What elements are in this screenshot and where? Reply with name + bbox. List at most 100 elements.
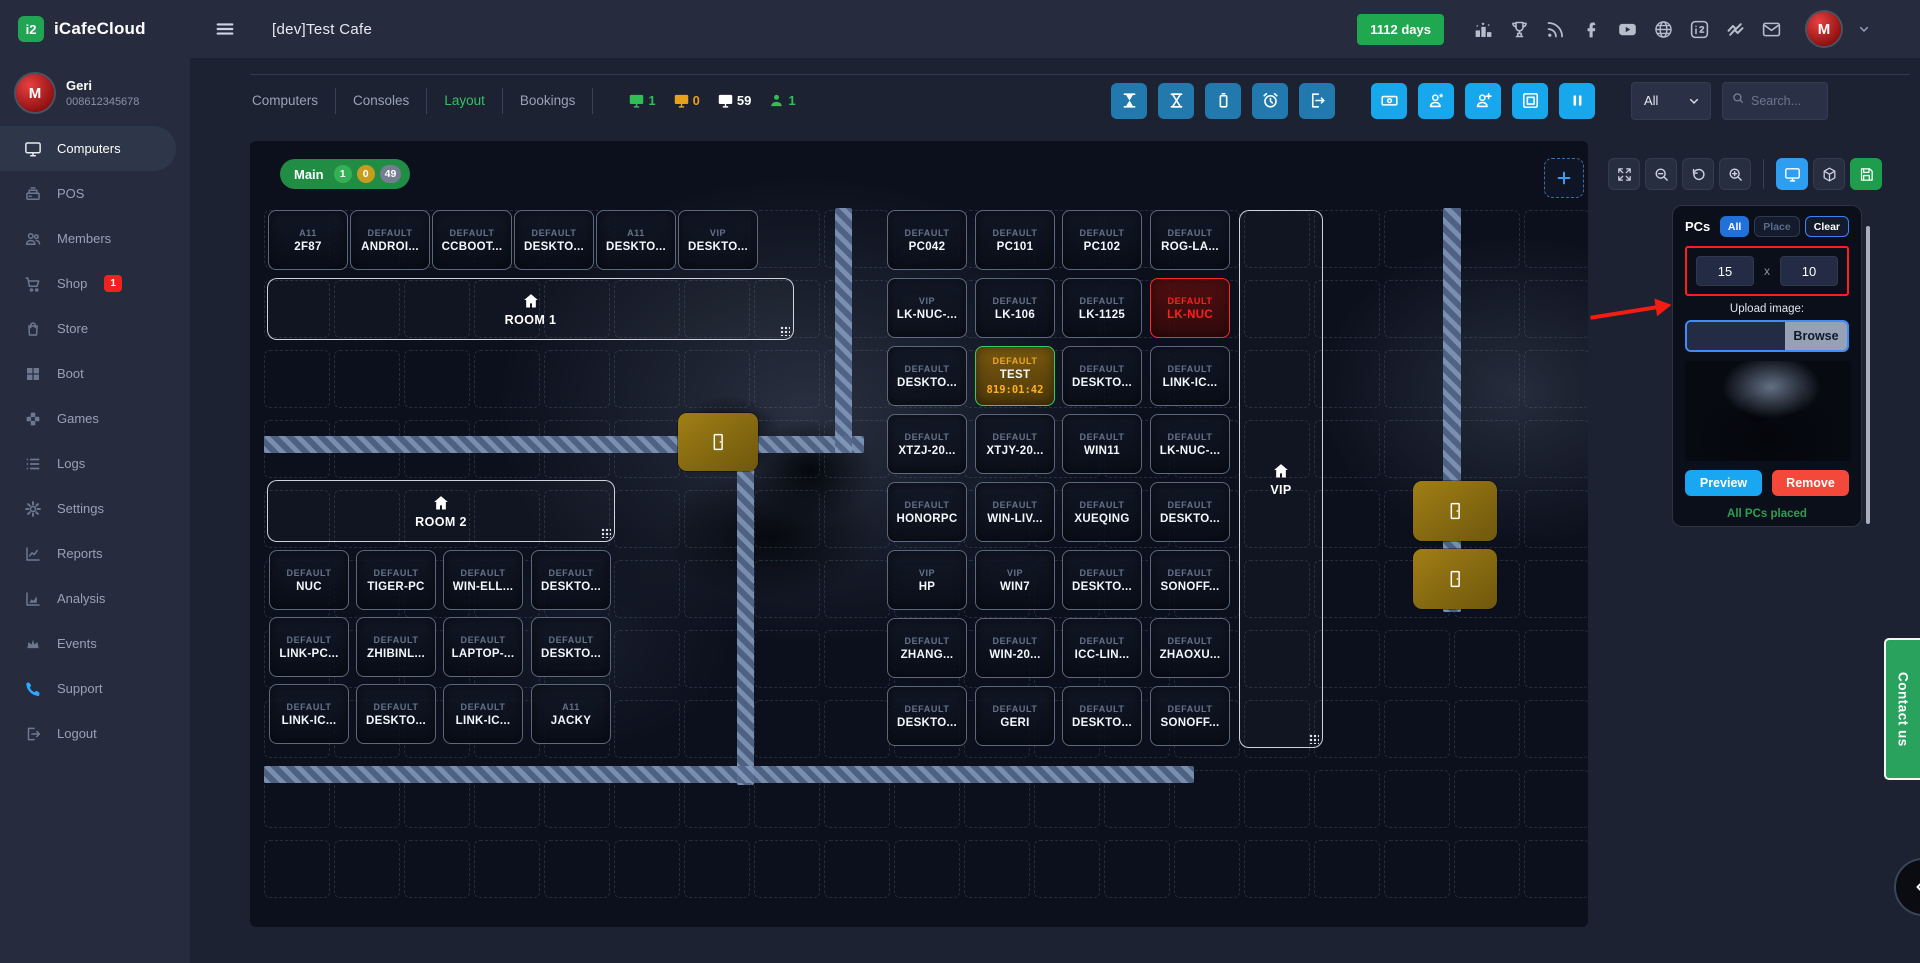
sidebar-item-computers[interactable]: Computers [0, 126, 176, 171]
door-object[interactable] [1413, 549, 1497, 609]
computer-tile[interactable]: DEFAULTZHAOXU... [1150, 618, 1230, 678]
sidebar-item-settings[interactable]: Settings [0, 486, 190, 531]
chevron-down-icon[interactable] [1856, 21, 1872, 37]
wall-segment[interactable] [835, 208, 852, 453]
rss-icon[interactable] [1545, 19, 1566, 40]
door-object[interactable] [678, 413, 758, 471]
pause-button[interactable] [1559, 83, 1595, 119]
wall-segment[interactable] [737, 436, 754, 785]
grid-height-input[interactable] [1780, 256, 1838, 286]
computer-tile[interactable]: DEFAULTSONOFF... [1150, 550, 1230, 610]
sidebar-item-shop[interactable]: Shop1 [0, 261, 190, 306]
computer-tile[interactable]: DEFAULTANDROI... [350, 210, 430, 270]
hourglass-line-button[interactable] [1158, 83, 1194, 119]
computer-tile[interactable]: DEFAULTDESKTO... [531, 617, 611, 677]
computer-tile[interactable]: DEFAULTGERI [975, 686, 1055, 746]
computer-tile[interactable]: DEFAULTZHANG... [887, 618, 967, 678]
computer-tile[interactable]: DEFAULTPC102 [1062, 210, 1142, 270]
reset-button[interactable] [1682, 158, 1714, 190]
computer-tile[interactable]: DEFAULTDESKTO... [887, 346, 967, 406]
swoosh-icon[interactable] [1725, 19, 1746, 40]
computer-tile[interactable]: DEFAULTDESKTO... [1062, 346, 1142, 406]
battery-button[interactable] [1205, 83, 1241, 119]
grid-width-input[interactable] [1696, 256, 1754, 286]
hamburger-menu-icon[interactable] [214, 18, 236, 40]
user-plus-button[interactable] [1465, 83, 1501, 119]
computer-tile[interactable]: DEFAULTWIN-20... [975, 618, 1055, 678]
trophy-icon[interactable] [1509, 19, 1530, 40]
computer-tile[interactable]: DEFAULTLINK-PC... [269, 617, 349, 677]
wall-segment[interactable] [264, 766, 1194, 783]
computer-tile[interactable]: DEFAULTWIN11 [1062, 414, 1142, 474]
sidebar-item-logs[interactable]: Logs [0, 441, 190, 486]
computer-tile[interactable]: VIPWIN7 [975, 550, 1055, 610]
save-button[interactable] [1850, 158, 1882, 190]
computer-tile[interactable]: DEFAULTDESKTO... [1062, 686, 1142, 746]
search-box[interactable] [1722, 82, 1828, 120]
sidebar-item-members[interactable]: Members [0, 216, 190, 261]
computer-tile[interactable]: VIPLK-NUC-... [887, 278, 967, 338]
resize-handle[interactable] [1309, 734, 1319, 744]
computer-tile[interactable]: DEFAULTDESKTO... [887, 686, 967, 746]
layout-group-pill[interactable]: Main 1049 [280, 159, 410, 189]
youtube-icon[interactable] [1617, 19, 1638, 40]
tab-bookings[interactable]: Bookings [518, 93, 578, 108]
computer-tile[interactable]: A11DESKTO... [596, 210, 676, 270]
computer-tile[interactable]: DEFAULTHONORPC [887, 482, 967, 542]
computer-tile[interactable]: DEFAULTLK-NUC [1150, 278, 1230, 338]
door-object[interactable] [1413, 481, 1497, 541]
icafe-icon[interactable] [1689, 19, 1710, 40]
expand-button[interactable] [1608, 158, 1640, 190]
sidebar-item-pos[interactable]: POS [0, 171, 190, 216]
alarm-button[interactable] [1252, 83, 1288, 119]
computer-tile[interactable]: DEFAULTZHIBINL... [356, 617, 436, 677]
computer-tile[interactable]: DEFAULTPC042 [887, 210, 967, 270]
computer-tile[interactable]: DEFAULTLK-1125 [1062, 278, 1142, 338]
layout-canvas[interactable]: Main 1049 ROOM 1ROOM 2VIPA112F87DEFAULTA… [250, 141, 1588, 927]
sidebar-item-boot[interactable]: Boot [0, 351, 190, 396]
contact-us-button[interactable]: Contact us [1884, 638, 1920, 780]
checkout-button[interactable] [1299, 83, 1335, 119]
tab-computers[interactable]: Computers [250, 93, 320, 108]
resize-handle[interactable] [780, 326, 790, 336]
computer-tile[interactable]: DEFAULTLK-106 [975, 278, 1055, 338]
computer-tile[interactable]: DEFAULTLINK-IC... [443, 684, 523, 744]
computer-tile[interactable]: DEFAULTXTZJ-20... [887, 414, 967, 474]
pcs-place-button[interactable]: Place [1754, 216, 1799, 237]
computer-tile[interactable]: DEFAULTDESKTO... [531, 550, 611, 610]
computer-tile[interactable]: DEFAULTTEST819:01:42 [975, 346, 1055, 406]
computer-tile[interactable]: DEFAULTXUEQING [1062, 482, 1142, 542]
computer-tile[interactable]: DEFAULTWIN-LIV... [975, 482, 1055, 542]
remove-button[interactable]: Remove [1772, 470, 1849, 496]
panel-scrollbar[interactable] [1866, 226, 1870, 524]
mail-icon[interactable] [1761, 19, 1782, 40]
computer-tile[interactable]: VIPDESKTO... [678, 210, 758, 270]
room-room-2[interactable]: ROOM 2 [267, 480, 615, 542]
computer-tile[interactable]: DEFAULTROG-LA... [1150, 210, 1230, 270]
computer-tile[interactable]: DEFAULTXTJY-20... [975, 414, 1055, 474]
computer-tile[interactable]: DEFAULTLK-NUC-... [1150, 414, 1230, 474]
computer-tile[interactable]: DEFAULTSONOFF... [1150, 686, 1230, 746]
computer-tile[interactable]: A11JACKY [531, 684, 611, 744]
computer-tile[interactable]: DEFAULTDESKTO... [1150, 482, 1230, 542]
user-avatar[interactable]: M [1807, 12, 1841, 46]
computer-tile[interactable]: DEFAULTCCBOOT... [432, 210, 512, 270]
wall-segment[interactable] [264, 436, 864, 453]
computer-tile[interactable]: DEFAULTLAPTOP-... [443, 617, 523, 677]
sidebar-avatar[interactable]: M [16, 74, 54, 112]
subscription-days-badge[interactable]: 1112 days [1357, 14, 1444, 45]
sidebar-item-reports[interactable]: Reports [0, 531, 190, 576]
hourglass-fill-button[interactable] [1111, 83, 1147, 119]
sidebar-item-analysis[interactable]: Analysis [0, 576, 190, 621]
computer-tile[interactable]: DEFAULTTIGER-PC [356, 550, 436, 610]
room-room-1[interactable]: ROOM 1 [267, 278, 794, 340]
facebook-icon[interactable] [1581, 19, 1602, 40]
computer-tile[interactable]: DEFAULTDESKTO... [514, 210, 594, 270]
computer-tile[interactable]: A112F87 [268, 210, 348, 270]
cash-button[interactable] [1371, 83, 1407, 119]
tab-layout[interactable]: Layout [442, 93, 487, 108]
resize-handle[interactable] [601, 528, 611, 538]
globe-icon[interactable] [1653, 19, 1674, 40]
computer-tile[interactable]: VIPHP [887, 550, 967, 610]
zoom-in-button[interactable] [1719, 158, 1751, 190]
